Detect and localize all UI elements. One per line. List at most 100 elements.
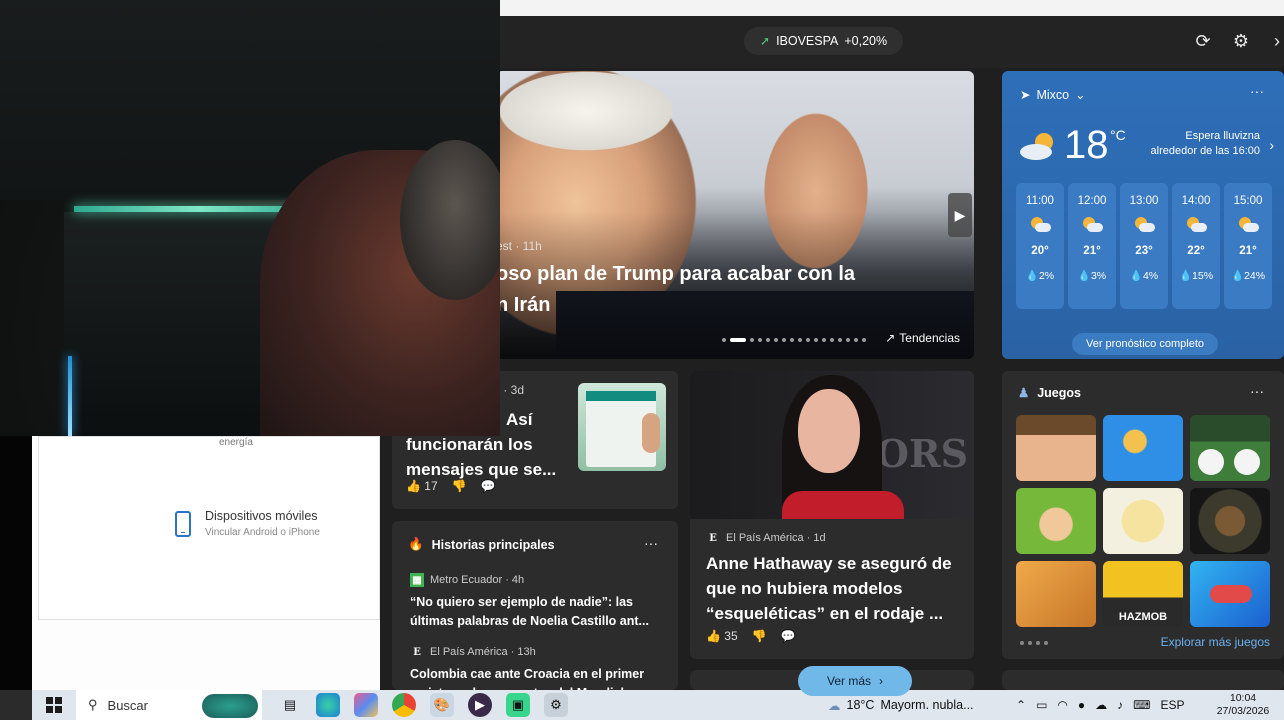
keyboard-icon[interactable]: ⌨ xyxy=(1133,698,1150,712)
carousel-dot[interactable] xyxy=(822,338,826,342)
trending-label[interactable]: ↗ Tendencias xyxy=(885,331,960,345)
carousel-dot[interactable] xyxy=(846,338,850,342)
hour-forecast: 12:00 21° 💧3% xyxy=(1068,183,1116,309)
battery-icon[interactable]: ▭ xyxy=(1036,698,1047,712)
carousel-dot[interactable] xyxy=(782,338,786,342)
carousel-dot[interactable] xyxy=(798,338,802,342)
carousel-dot[interactable] xyxy=(766,338,770,342)
game-tile-blocky-face[interactable] xyxy=(1016,415,1096,481)
carousel-dot[interactable] xyxy=(862,338,866,342)
like-button[interactable]: 👍 35 xyxy=(706,629,738,643)
story-title: “No quiero ser ejemplo de nadie”: las úl… xyxy=(410,595,649,628)
stock-ticker[interactable]: ➚ IBOVESPA +0,20% xyxy=(744,27,904,55)
widget-card-peek[interactable] xyxy=(1002,670,1284,690)
anne-hathaway-news-card[interactable]: HORS E El País América · 1d Anne Hathawa… xyxy=(690,371,974,659)
carousel-dot[interactable] xyxy=(758,338,762,342)
explore-games-link[interactable]: Explorar más juegos xyxy=(1161,635,1270,649)
chevron-right-icon[interactable]: › xyxy=(1266,30,1284,52)
game-tile-soccer[interactable] xyxy=(1190,415,1270,481)
dislike-button[interactable]: 👎 xyxy=(752,629,767,643)
carousel-dot[interactable] xyxy=(854,338,858,342)
language-indicator[interactable]: ESP xyxy=(1160,698,1184,712)
mobile-devices-title: Dispositivos móviles xyxy=(205,509,318,523)
carousel-dot[interactable] xyxy=(814,338,818,342)
chevron-up-icon[interactable]: ⌃ xyxy=(1016,698,1026,712)
volume-icon[interactable]: ♪ xyxy=(1117,698,1123,712)
hour-temp: 23° xyxy=(1135,245,1153,257)
hero-news-card[interactable]: est · 11h oso plan de Trump para acabar … xyxy=(496,71,974,359)
hour-rain: 💧4% xyxy=(1129,270,1159,282)
story-source-text: Metro Ecuador · 4h xyxy=(430,574,525,586)
story-item[interactable]: ▦ Metro Ecuador · 4h “No quiero ser ejem… xyxy=(410,573,666,631)
webcam-light-streak xyxy=(68,356,72,436)
see-more-button[interactable]: Ver más › xyxy=(798,666,912,696)
carousel-dot[interactable] xyxy=(790,338,794,342)
game-tile-hazmob[interactable]: HAZMOB xyxy=(1103,561,1183,627)
taskbar-search[interactable]: ⚲ Buscar xyxy=(76,690,262,720)
carousel-dot[interactable] xyxy=(806,338,810,342)
hour-rain-value: 24% xyxy=(1244,270,1266,282)
chevron-down-icon: ⌄ xyxy=(1075,88,1086,102)
current-temperature: 18 xyxy=(1064,123,1109,167)
store-icon[interactable]: ▣ xyxy=(506,693,530,717)
top-stories-card: 🔥 Historias principales ··· ▦ Metro Ecua… xyxy=(392,521,678,690)
taskbar-clock[interactable]: 10:04 27/03/2026 xyxy=(1216,692,1270,718)
carousel-dot[interactable] xyxy=(722,338,726,342)
hour-rain-value: 2% xyxy=(1038,270,1055,282)
hero-photo-hair xyxy=(496,71,696,161)
webcam-preview xyxy=(0,0,500,436)
carousel-next-button[interactable]: ▶ xyxy=(948,193,972,237)
games-pagination[interactable] xyxy=(1020,641,1048,645)
game-tile-wood-puzzle[interactable] xyxy=(1016,561,1096,627)
mic-icon[interactable]: ● xyxy=(1078,698,1085,712)
hour-temp: 22° xyxy=(1187,245,1205,257)
story-item[interactable]: E El País América · 13h Colombia cae ant… xyxy=(410,645,666,690)
weather-card[interactable]: ➤ Mixco ⌄ ··· 18 °C Espera lluvizna alre… xyxy=(1002,71,1284,359)
refresh-icon[interactable]: ⟳ xyxy=(1192,30,1214,52)
carousel-dot[interactable] xyxy=(830,338,834,342)
carousel-dot[interactable] xyxy=(838,338,842,342)
game-tile-ragdoll[interactable] xyxy=(1103,415,1183,481)
gear-icon[interactable]: ⚙ xyxy=(1230,30,1252,52)
widgets-topbar: ➚ IBOVESPA +0,20% ⟳ ⚙ › xyxy=(380,16,1284,68)
comment-button[interactable]: 💬 xyxy=(781,629,796,643)
media-player-icon[interactable]: ▶ xyxy=(468,693,492,717)
full-forecast-button[interactable]: Ver pronóstico completo xyxy=(1072,333,1218,355)
start-button[interactable] xyxy=(32,690,76,720)
more-options-icon[interactable]: ··· xyxy=(1250,383,1264,399)
carousel-dot[interactable] xyxy=(774,338,778,342)
hero-title: oso plan de Trump para acabar con la n I… xyxy=(496,259,916,321)
edge-icon[interactable] xyxy=(316,693,340,717)
location-arrow-icon: ➤ xyxy=(1020,88,1031,102)
game-tile-hunting[interactable] xyxy=(1190,488,1270,554)
soccer-ball-icon xyxy=(1198,449,1224,475)
forecast-note-line-1: Espera lluvizna xyxy=(1185,130,1260,142)
game-tile-shark[interactable] xyxy=(1190,561,1270,627)
hourly-forecast: 11:00 20° 💧2% 12:00 21° 💧3% 13:00 23° 💧4… xyxy=(1016,183,1272,309)
game-tile-cat[interactable] xyxy=(1103,488,1183,554)
task-view-icon[interactable]: ▤ xyxy=(278,693,302,717)
more-options-icon[interactable]: ··· xyxy=(644,535,658,551)
like-button[interactable]: 👍 17 xyxy=(406,479,438,493)
settings-icon[interactable]: ⚙ xyxy=(544,693,568,717)
story-source: E El País América · 13h xyxy=(410,645,666,659)
carousel-dots[interactable] xyxy=(722,338,866,342)
weather-location[interactable]: ➤ Mixco ⌄ xyxy=(1020,87,1086,103)
comment-button[interactable]: 💬 xyxy=(481,479,496,493)
paint-icon[interactable]: 🎨 xyxy=(430,693,454,717)
hour-rain: 💧3% xyxy=(1077,270,1107,282)
games-title: Juegos xyxy=(1037,385,1081,400)
chrome-icon[interactable] xyxy=(392,693,416,717)
wifi-icon[interactable]: ◠ xyxy=(1057,698,1067,712)
more-options-icon[interactable]: ··· xyxy=(1250,83,1264,99)
hour-temp: 21° xyxy=(1083,245,1101,257)
trending-icon: ↗ xyxy=(885,331,896,345)
onedrive-icon[interactable]: ☁ xyxy=(1095,698,1107,712)
carousel-dot[interactable] xyxy=(750,338,754,342)
copilot-icon[interactable] xyxy=(354,693,378,717)
carousel-dot[interactable] xyxy=(730,338,746,342)
game-tile-cartoon[interactable] xyxy=(1016,488,1096,554)
dislike-button[interactable]: 👎 xyxy=(452,479,467,493)
mobile-devices-item[interactable]: Dispositivos móviles Vincular Android o … xyxy=(175,509,320,538)
chevron-right-icon[interactable]: › xyxy=(1269,137,1274,153)
